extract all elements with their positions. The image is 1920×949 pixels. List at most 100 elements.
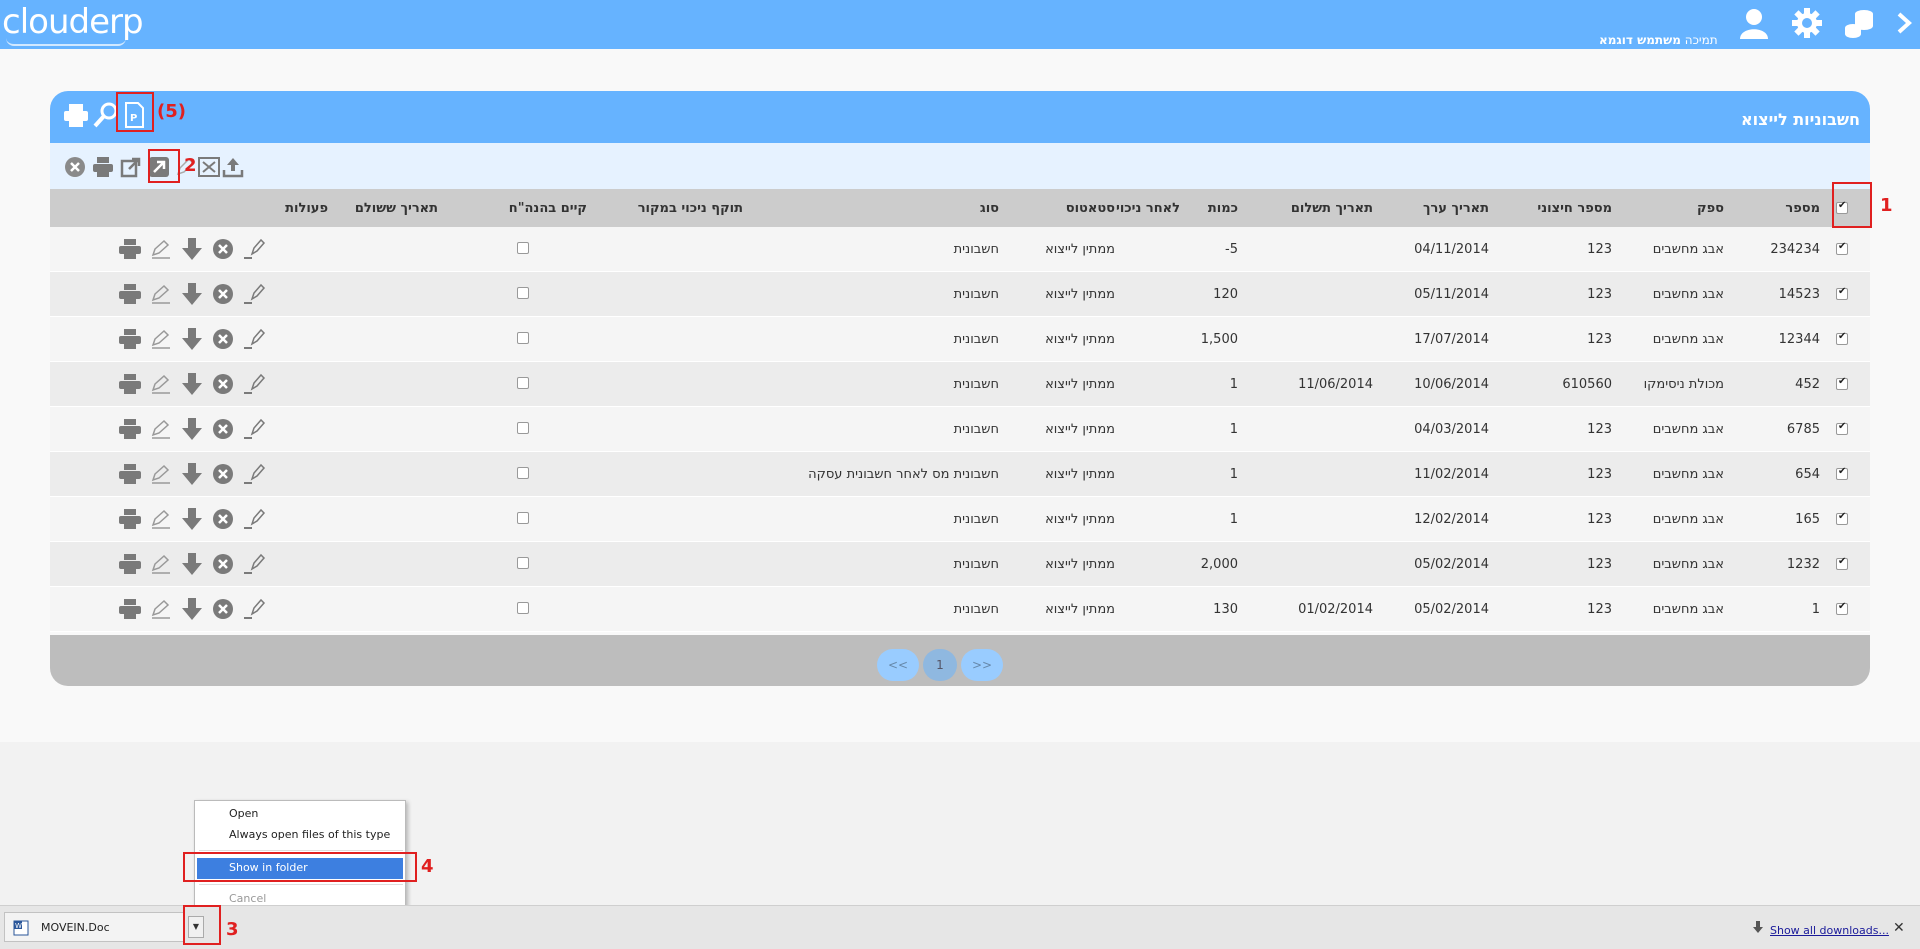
cancel-icon[interactable] [211,597,235,621]
cancel-icon[interactable] [211,327,235,351]
row-checkbox[interactable] [1836,601,1848,615]
col-tax-deduction-validity[interactable]: תוקף ניכוי במקור [638,201,743,216]
logo[interactable]: clouderp [2,2,144,42]
col-amount[interactable]: כמות [1208,201,1238,216]
exists-in-accounting-checkbox[interactable] [517,467,529,479]
sign-icon[interactable] [149,372,173,396]
print-icon[interactable] [92,156,114,178]
col-payment-date[interactable]: תאריך תשלום [1291,201,1373,216]
edit-icon[interactable] [242,282,266,306]
edit-icon[interactable] [242,552,266,576]
download-icon[interactable] [180,282,204,306]
sign-icon[interactable] [149,597,173,621]
download-icon[interactable] [180,462,204,486]
table-row[interactable]: 452 מכולת ניסימקו 610560 10/06/2014 11/06/20… [50,362,1870,407]
download-icon[interactable] [180,552,204,576]
col-after-deduction[interactable]: לאחר ניכוי [1116,201,1180,216]
print-icon[interactable] [118,282,142,306]
col-paid-date[interactable]: תאריך ששולם [355,201,438,216]
row-checkbox[interactable] [1836,376,1848,390]
next-page-button[interactable]: >> [961,649,1003,681]
row-checkbox[interactable] [1836,466,1848,480]
print-icon[interactable] [118,462,142,486]
cancel-icon[interactable] [211,462,235,486]
cancel-icon[interactable] [211,507,235,531]
row-checkbox[interactable] [1836,556,1848,570]
print-icon[interactable] [118,417,142,441]
table-row[interactable]: 654 אבג מחשבים 123 11/02/2014 1 ממתין לייצוא ח… [50,452,1870,497]
row-checkbox[interactable] [1836,421,1848,435]
print-icon[interactable] [62,101,90,129]
print-icon[interactable] [118,552,142,576]
cancel-icon[interactable] [211,372,235,396]
exists-in-accounting-checkbox[interactable] [517,242,529,254]
row-checkbox[interactable] [1836,511,1848,525]
menu-open[interactable]: Open [229,807,258,820]
menu-cancel[interactable]: Cancel [229,892,266,905]
table-row[interactable]: 1232 אבג מחשבים 123 05/02/2014 2,000 ממתין לי… [50,542,1870,587]
exists-in-accounting-checkbox[interactable] [517,377,529,389]
print-icon[interactable] [118,507,142,531]
table-row[interactable]: 12344 אבג מחשבים 123 17/07/2014 1,500 ממתין ל… [50,317,1870,362]
edit-icon[interactable] [242,237,266,261]
prev-page-button[interactable]: << [877,649,919,681]
edit-icon[interactable] [242,507,266,531]
sign-icon[interactable] [149,507,173,531]
print-icon[interactable] [118,237,142,261]
user-icon[interactable] [1737,6,1771,40]
sign-icon[interactable] [149,462,173,486]
table-row[interactable]: 6785 אבג מחשבים 123 04/03/2014 1 ממתין לייצוא… [50,407,1870,452]
download-icon[interactable] [180,597,204,621]
edit-icon[interactable] [242,462,266,486]
upload-icon[interactable] [222,156,244,178]
close-download-bar-button[interactable]: ✕ [1893,920,1905,936]
coins-icon[interactable] [1842,6,1876,40]
cancel-icon[interactable] [211,282,235,306]
table-row[interactable]: 234234 אבג מחשבים 123 04/11/2014 5- ממתין ליי… [50,227,1870,272]
col-supplier[interactable]: ספק [1697,201,1724,216]
download-icon[interactable] [180,372,204,396]
menu-always-open[interactable]: Always open files of this type [229,828,390,841]
exists-in-accounting-checkbox[interactable] [517,557,529,569]
cancel-icon[interactable] [211,237,235,261]
col-number[interactable]: מספר [1785,201,1820,216]
page-1-button[interactable]: 1 [923,649,957,681]
edit-icon[interactable] [242,372,266,396]
table-row[interactable]: 1 אבג מחשבים 123 05/02/2014 01/02/2014 130 ממת… [50,587,1870,632]
chevron-right-icon[interactable] [1893,6,1917,40]
cancel-icon[interactable] [64,156,86,178]
row-checkbox[interactable] [1836,241,1848,255]
sign-icon[interactable] [149,417,173,441]
exists-in-accounting-checkbox[interactable] [517,332,529,344]
col-status[interactable]: סטאטוס [1066,201,1115,216]
sign-icon[interactable] [149,237,173,261]
download-item[interactable]: W MOVEIN.Doc [4,912,184,942]
excel-icon[interactable] [198,156,220,178]
col-value-date[interactable]: תאריך ערך [1423,201,1489,216]
external-link-icon[interactable] [120,156,142,178]
table-row[interactable]: 165 אבג מחשבים 123 12/02/2014 1 ממתין לייצוא ח… [50,497,1870,542]
row-checkbox[interactable] [1836,331,1848,345]
download-icon[interactable] [180,237,204,261]
sign-icon[interactable] [149,552,173,576]
exists-in-accounting-checkbox[interactable] [517,512,529,524]
edit-icon[interactable] [242,417,266,441]
exists-in-accounting-checkbox[interactable] [517,422,529,434]
cancel-icon[interactable] [211,552,235,576]
edit-icon[interactable] [242,327,266,351]
gear-icon[interactable] [1790,6,1824,40]
user-name-link[interactable]: משתמש דוגמא [1599,33,1681,47]
exists-in-accounting-checkbox[interactable] [517,602,529,614]
show-all-downloads-link[interactable]: Show all downloads... [1770,924,1889,937]
print-icon[interactable] [118,372,142,396]
sign-icon[interactable] [149,282,173,306]
exists-in-accounting-checkbox[interactable] [517,287,529,299]
print-icon[interactable] [118,327,142,351]
table-row[interactable]: 14523 אבג מחשבים 123 05/11/2014 120 ממתין ליי… [50,272,1870,317]
cancel-icon[interactable] [211,417,235,441]
download-icon[interactable] [180,417,204,441]
row-checkbox[interactable] [1836,286,1848,300]
support-link[interactable]: תמיכה [1685,33,1718,47]
col-type[interactable]: סוג [980,201,999,216]
edit-icon[interactable] [242,597,266,621]
